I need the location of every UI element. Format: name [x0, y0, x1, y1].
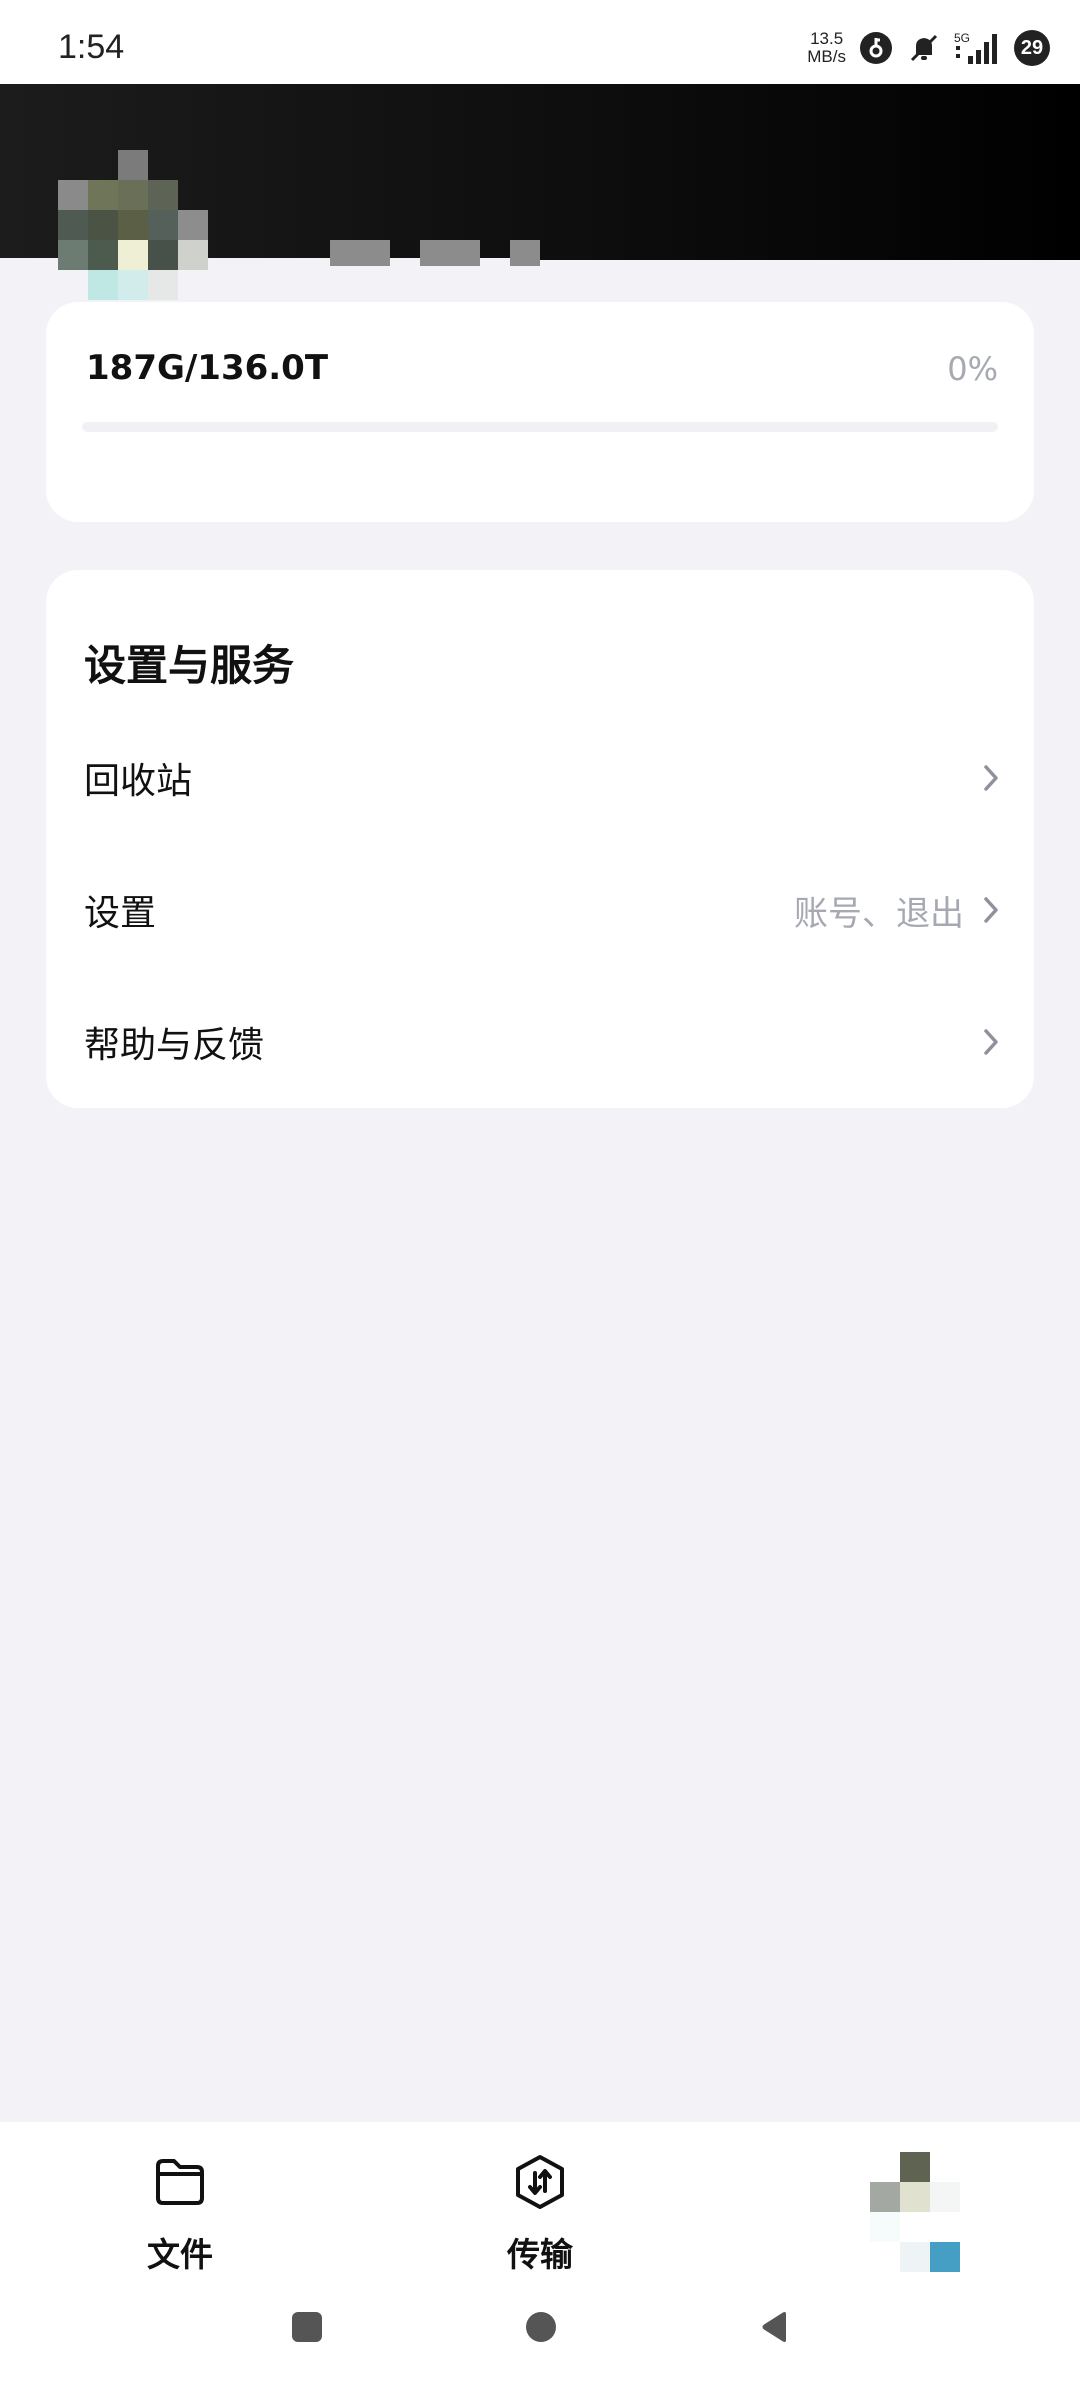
nav-me-tab-avatar[interactable]: [860, 2152, 970, 2272]
status-icons: 13.5 MB/s 5G 29: [807, 28, 1050, 68]
transfer-icon: [516, 2155, 564, 2209]
nav-transfer-tab[interactable]: 传输: [460, 2152, 620, 2276]
status-time: 1:54: [58, 28, 125, 66]
signal-icon: 5G: [954, 30, 1002, 66]
system-nav-bar: [0, 2290, 1080, 2380]
chevron-right-icon: [978, 760, 1004, 796]
storage-card[interactable]: 187G/136.0T 0%: [46, 302, 1034, 522]
network-speed-unit: MB/s: [807, 47, 846, 66]
nav-files-tab[interactable]: 文件: [100, 2152, 260, 2276]
nav-label: 文件: [147, 2235, 213, 2274]
network-speed: 13.5 MB/s: [807, 30, 846, 66]
row-label: 回收站: [84, 761, 193, 802]
folder-icon: [156, 2159, 204, 2205]
settings-services-card: 设置与服务 回收站 设置 账号、退出 帮助与反馈: [46, 570, 1034, 1108]
help-feedback-row[interactable]: 帮助与反馈: [46, 992, 1034, 1092]
storage-usage: 187G/136.0T: [86, 348, 329, 388]
network-type: 5G: [954, 31, 970, 45]
nav-label: 传输: [507, 2235, 573, 2274]
recents-button[interactable]: [290, 2310, 324, 2344]
profile-avatar[interactable]: [58, 150, 208, 300]
battery-badge: 29: [1014, 30, 1050, 66]
key-icon: [858, 30, 894, 66]
mute-icon: [906, 30, 942, 66]
recycle-bin-row[interactable]: 回收站: [46, 728, 1034, 828]
settings-row[interactable]: 设置 账号、退出: [46, 860, 1034, 960]
chevron-right-icon: [978, 1024, 1004, 1060]
row-label: 帮助与反馈: [84, 1025, 265, 1066]
row-hint: 账号、退出: [794, 893, 964, 934]
storage-progress-bar: [82, 422, 998, 432]
storage-percent: 0%: [947, 350, 998, 388]
chevron-right-icon: [978, 892, 1004, 928]
back-button[interactable]: [758, 2310, 792, 2344]
status-bar: 1:54 13.5 MB/s 5G 29: [0, 0, 1080, 84]
home-button[interactable]: [524, 2310, 558, 2344]
section-title: 设置与服务: [84, 641, 295, 690]
network-speed-value: 13.5: [810, 29, 844, 48]
row-label: 设置: [84, 893, 157, 934]
